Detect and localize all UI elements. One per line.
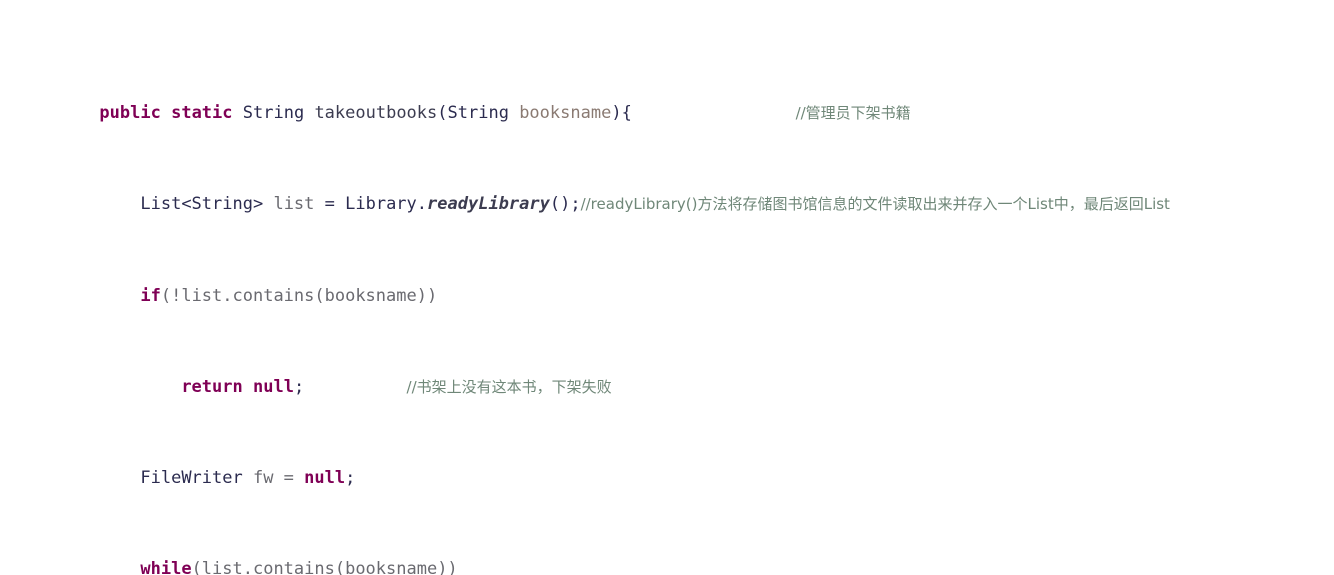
keyword-if: if	[140, 285, 161, 306]
code-line[interactable]: while(list.contains(booksname))	[0, 535, 1334, 575]
dot: .	[416, 194, 428, 215]
comment: //书架上没有这本书，下架失败	[406, 377, 612, 396]
type-filewriter: FileWriter	[140, 467, 243, 488]
code-editor[interactable]: public static String takeoutbooks(String…	[0, 0, 1334, 575]
paren-open: (	[437, 103, 448, 124]
semicolon: ;	[345, 467, 356, 488]
code-line[interactable]: return null; //书架上没有这本书，下架失败	[0, 353, 1334, 397]
code-line[interactable]: FileWriter fw = null;	[0, 444, 1334, 488]
keyword-static: static	[171, 103, 233, 124]
param-name: booksname	[519, 103, 612, 124]
keyword-while: while	[140, 559, 192, 575]
call-semi: ();	[549, 194, 581, 215]
condition-expression: (list.contains(booksname))	[191, 559, 458, 575]
semicolon: ;	[293, 376, 305, 397]
brace-open: {	[621, 103, 632, 124]
code-line[interactable]: public static String takeoutbooks(String…	[0, 79, 1334, 123]
condition-expression: (!list.contains(booksname))	[160, 285, 438, 306]
static-method-readylibrary: readyLibrary	[427, 194, 550, 215]
paren-close: )	[611, 103, 622, 124]
assign: =	[314, 194, 346, 215]
variable-fw-decl: fw =	[242, 467, 305, 488]
keyword-null: null	[252, 376, 294, 397]
type-list-string: List<String>	[140, 194, 264, 215]
keyword-null: null	[304, 467, 346, 488]
keyword-return: return	[181, 376, 243, 397]
comment: //readyLibrary()方法将存储图书馆信息的文件读取出来并存入一个Li…	[580, 195, 1170, 214]
method-name: takeoutbooks	[314, 103, 438, 124]
code-line[interactable]: List<String> list = Library.readyLibrary…	[0, 171, 1334, 214]
variable-list: list	[273, 194, 315, 215]
code-line[interactable]: if(!list.contains(booksname))	[0, 262, 1334, 306]
whitespace-gap	[632, 103, 796, 123]
param-type: String	[447, 103, 509, 124]
type-string: String	[242, 103, 305, 124]
class-library: Library	[345, 194, 417, 215]
whitespace-gap	[304, 377, 406, 397]
code-content[interactable]: public static String takeoutbooks(String…	[0, 11, 1334, 575]
comment: //管理员下架书籍	[795, 104, 911, 123]
keyword-public: public	[99, 103, 161, 124]
